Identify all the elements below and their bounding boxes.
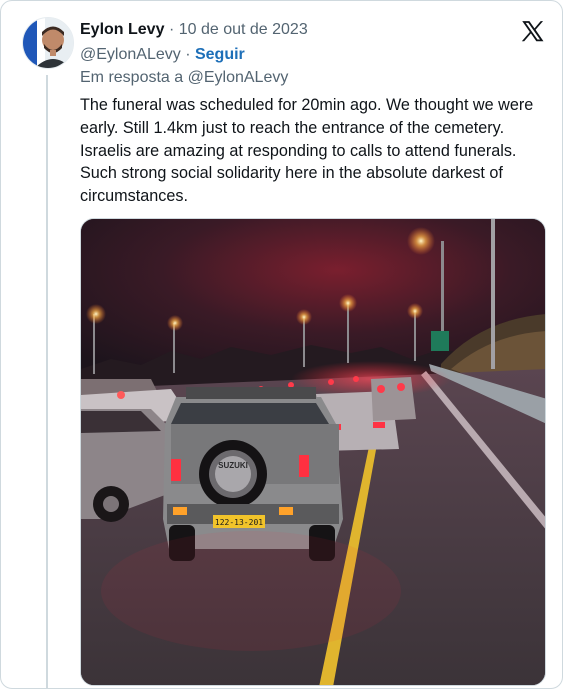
author-avatar[interactable]: [22, 17, 74, 69]
brand-badge: SUZUKI: [218, 461, 248, 470]
tweet-card: Eylon Levy · 10 de out de 2023 @EylonALe…: [0, 0, 563, 689]
thread-line: [46, 75, 48, 688]
tweet-date[interactable]: 10 de out de 2023: [179, 21, 308, 38]
x-logo-icon[interactable]: [518, 19, 546, 45]
tweet-text: The funeral was scheduled for 20min ago.…: [80, 96, 534, 206]
reply-handle[interactable]: @EylonALevy: [188, 69, 289, 86]
profile-avatar-icon: [23, 18, 73, 68]
traffic-jam-photo: SUZUKI 122-13-201: [81, 219, 545, 685]
tweet-photo[interactable]: SUZUKI 122-13-201: [80, 218, 546, 686]
handle-row: @EylonALevy · Seguir: [80, 44, 245, 66]
tweet-header: Eylon Levy · 10 de out de 2023: [80, 19, 502, 41]
license-plate: 122-13-201: [215, 518, 263, 527]
reply-label: Em resposta a: [80, 69, 184, 86]
header-separator: ·: [168, 21, 175, 38]
follow-button[interactable]: Seguir: [195, 46, 245, 63]
author-name[interactable]: Eylon Levy: [80, 21, 164, 38]
handle-separator: ·: [185, 46, 191, 63]
reply-context: Em resposta a @EylonALevy: [80, 67, 288, 89]
road-sign-icon: [431, 331, 449, 351]
author-handle[interactable]: @EylonALevy: [80, 46, 181, 63]
